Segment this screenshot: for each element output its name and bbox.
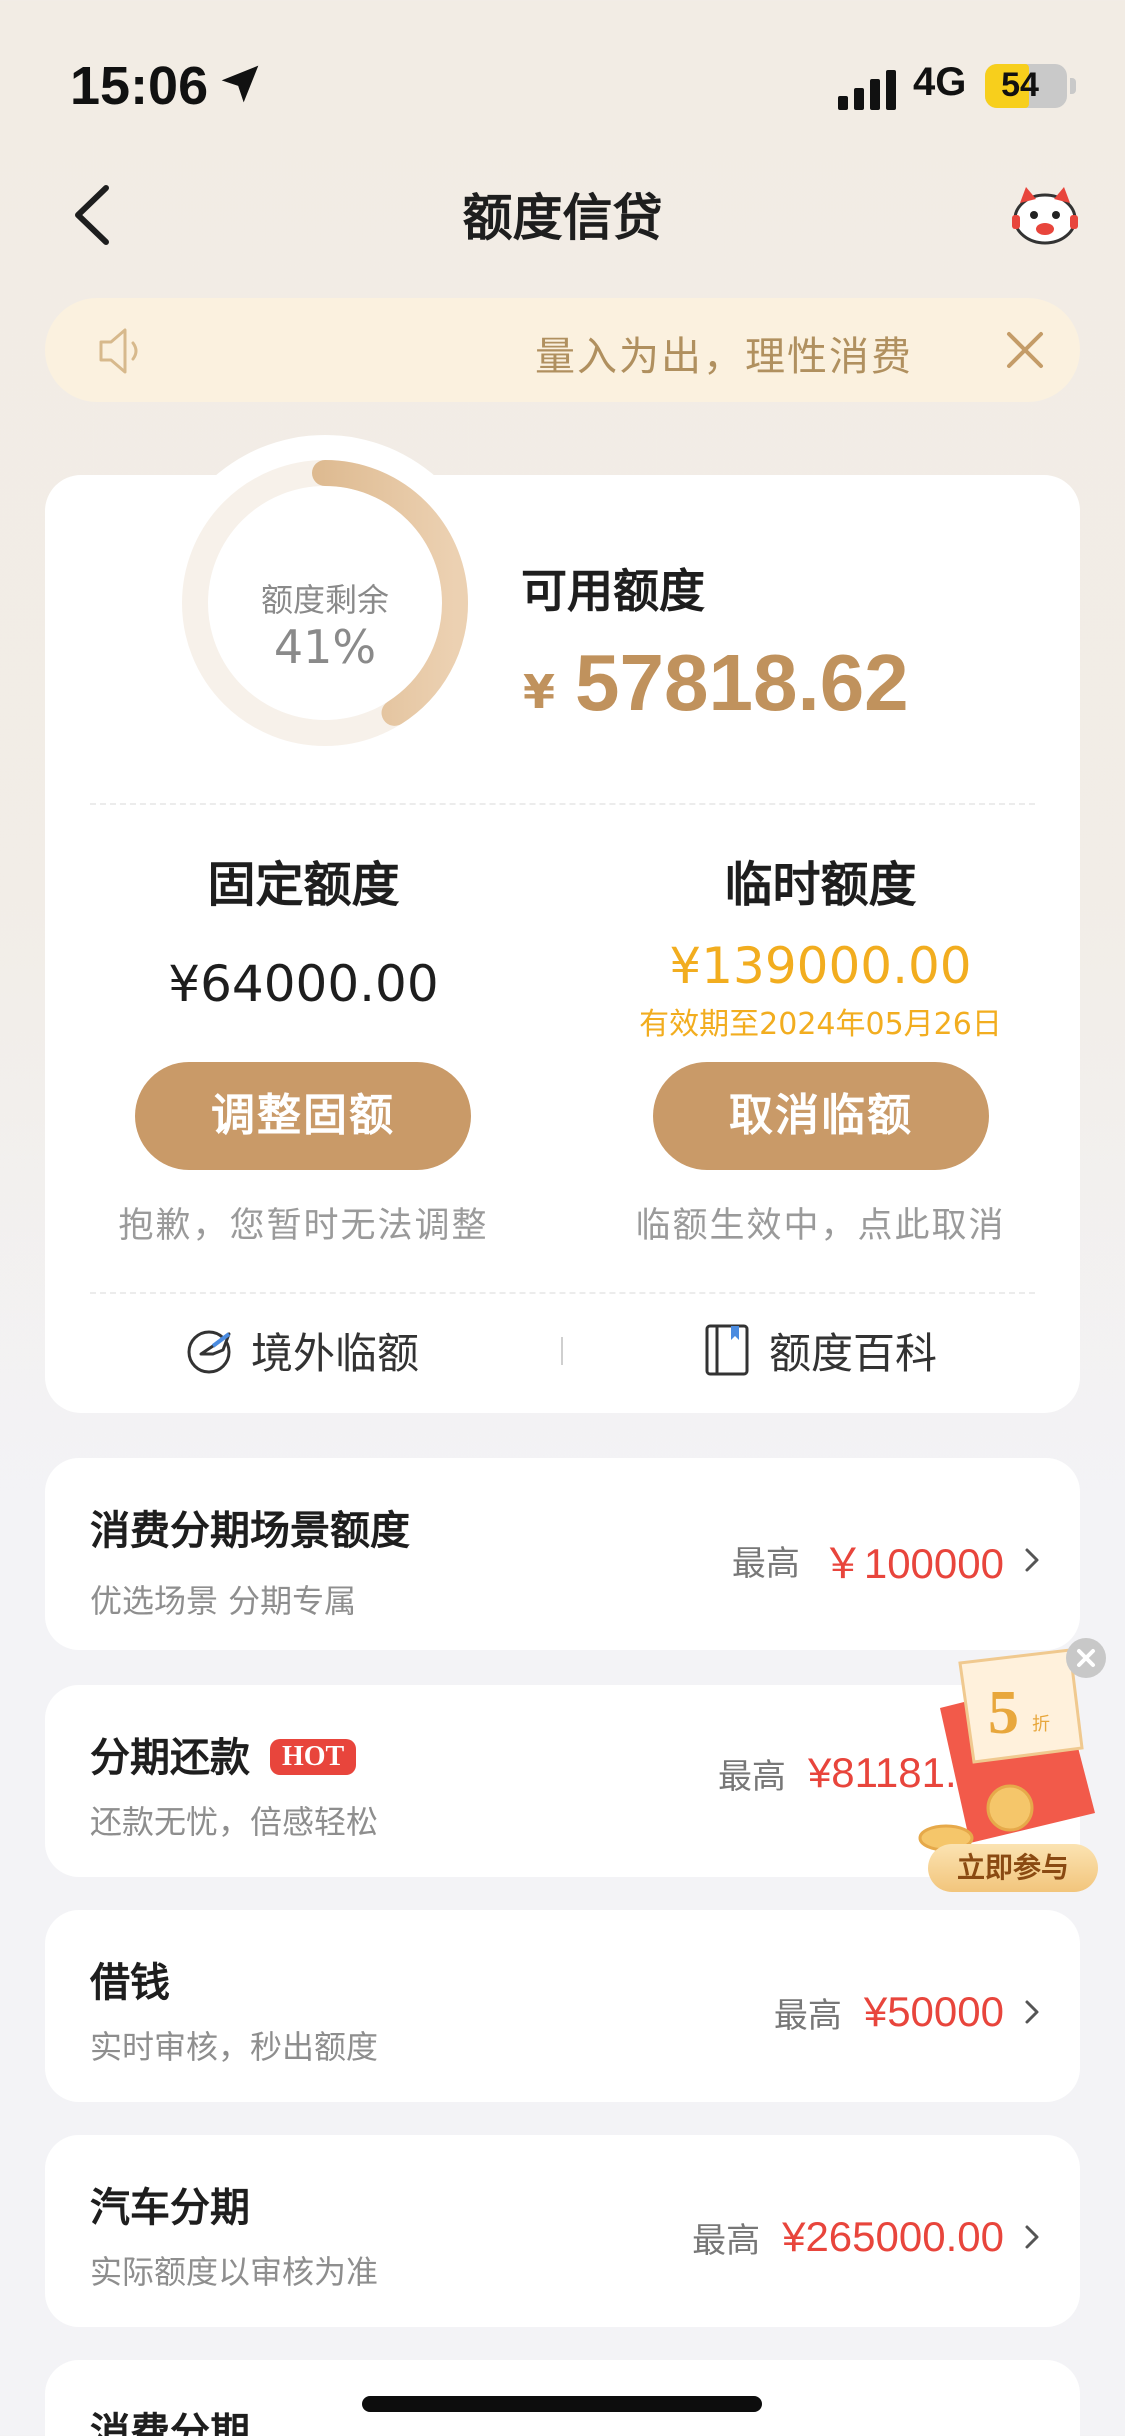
item-subtitle: 还款无忧，倍感轻松 xyxy=(90,1803,379,1841)
max-value: ￥100000 xyxy=(821,1539,1004,1587)
list-item-borrow[interactable]: 借钱 实时审核，秒出额度 最高 ¥50000 xyxy=(45,1910,1080,2102)
available-currency: ¥ xyxy=(523,665,556,719)
available-credit-amount: 57818.62 xyxy=(575,638,909,727)
item-subtitle: 实际额度以审核为准 xyxy=(90,2253,379,2291)
mascot-icon[interactable] xyxy=(1010,185,1080,245)
page-title: 额度信贷 xyxy=(462,189,663,247)
overseas-temp-link[interactable]: 境外临额 xyxy=(183,1320,419,1380)
chevron-right-icon xyxy=(1025,2000,1039,2024)
status-time: 15:06 xyxy=(70,56,209,116)
close-icon[interactable] xyxy=(1003,328,1047,372)
max-label: 最高 xyxy=(773,1995,842,2036)
item-subtitle: 优选场景 分期专属 xyxy=(90,1582,357,1620)
promo-badge: 5 xyxy=(988,1679,1019,1747)
max-label: 最高 xyxy=(692,2220,761,2261)
item-title: 消费分期 xyxy=(90,2410,250,2436)
item-title-text: 分期还款 xyxy=(90,1735,250,1781)
credit-wiki-label: 额度百科 xyxy=(769,1328,938,1378)
book-icon xyxy=(705,1324,749,1376)
temp-credit-title: 临时额度 xyxy=(724,857,917,913)
promo-badge-suffix: 折 xyxy=(1032,1714,1050,1735)
promo-close-button[interactable] xyxy=(1066,1638,1106,1678)
overseas-temp-label: 境外临额 xyxy=(251,1328,420,1378)
divider xyxy=(90,803,1035,805)
item-max: 最高 ￥100000 xyxy=(732,1530,1040,1590)
item-max: 最高 ¥50000 xyxy=(774,1982,1040,2042)
max-label: 最高 xyxy=(717,1756,786,1797)
close-icon xyxy=(1077,1649,1095,1667)
temp-credit-valid-date: 有效期至2024年05月26日 xyxy=(639,1007,1002,1042)
ring-percent: 41% xyxy=(273,620,377,674)
available-credit-label: 可用额度 xyxy=(521,564,705,618)
max-value: ¥50000 xyxy=(863,1988,1004,2035)
chevron-right-icon xyxy=(1025,2225,1039,2249)
temp-credit-hint[interactable]: 临额生效中，点此取消 xyxy=(562,1197,1079,1248)
list-item-scene-credit[interactable]: 消费分期场景额度 优选场景 分期专属 最高 ￥100000 xyxy=(45,1458,1080,1650)
adjust-fixed-button[interactable]: 调整固额 xyxy=(135,1062,471,1170)
network-type: 4G xyxy=(913,60,967,104)
temp-credit-column: 临时额度 ¥139000.00 有效期至2024年05月26日 xyxy=(562,845,1079,1043)
max-value: ¥265000.00 xyxy=(782,2213,1004,2260)
item-title: 借钱 xyxy=(90,1960,170,2006)
cancel-temp-button[interactable]: 取消临额 xyxy=(653,1062,989,1170)
signal-icon xyxy=(838,70,896,110)
list-item-car-installment[interactable]: 汽车分期 实际额度以审核为准 最高 ¥265000.00 xyxy=(45,2135,1080,2327)
notice-bar: 量入为出，理性消费 xyxy=(45,298,1080,402)
item-title: 分期还款 HOT xyxy=(90,1725,357,1783)
fixed-credit-amount: ¥64000.00 xyxy=(168,955,439,1013)
notice-text: 量入为出，理性消费 xyxy=(535,334,913,380)
link-separator xyxy=(561,1337,563,1365)
speaker-icon xyxy=(99,328,138,374)
item-subtitle: 实时审核，秒出额度 xyxy=(90,2028,379,2066)
battery-percent: 54 xyxy=(1001,66,1039,104)
location-arrow-icon xyxy=(221,65,259,103)
hot-badge: HOT xyxy=(270,1739,357,1775)
fixed-credit-hint: 抱歉，您暂时无法调整 xyxy=(118,1206,489,1246)
max-label: 最高 xyxy=(731,1543,800,1584)
chevron-right-icon xyxy=(1025,1548,1039,1572)
item-max: 最高 ¥265000.00 xyxy=(692,2207,1040,2267)
temp-credit-amount: ¥139000.00 xyxy=(669,937,972,995)
item-title: 消费分期场景额度 xyxy=(90,1508,410,1554)
fixed-credit-title: 固定额度 xyxy=(207,857,400,913)
fixed-credit-column: 固定额度 ¥64000.00 xyxy=(45,845,562,1013)
home-indicator[interactable] xyxy=(362,2396,762,2412)
join-now-button[interactable]: 立即参与 xyxy=(928,1844,1098,1892)
ring-label: 额度剩余 xyxy=(260,581,389,619)
battery-icon: 54 xyxy=(985,64,1067,108)
credit-summary-card: 额度剩余 41% 可用额度 ¥ 57818.62 固定额度 ¥64000.00 … xyxy=(45,435,1080,1413)
overseas-plane-icon xyxy=(187,1330,231,1374)
divider xyxy=(90,1292,1035,1294)
item-title: 汽车分期 xyxy=(90,2185,250,2231)
status-bar: 15:06 4G 54 xyxy=(0,0,1125,150)
battery-tip xyxy=(1070,78,1076,94)
credit-wiki-link[interactable]: 额度百科 xyxy=(701,1320,937,1380)
